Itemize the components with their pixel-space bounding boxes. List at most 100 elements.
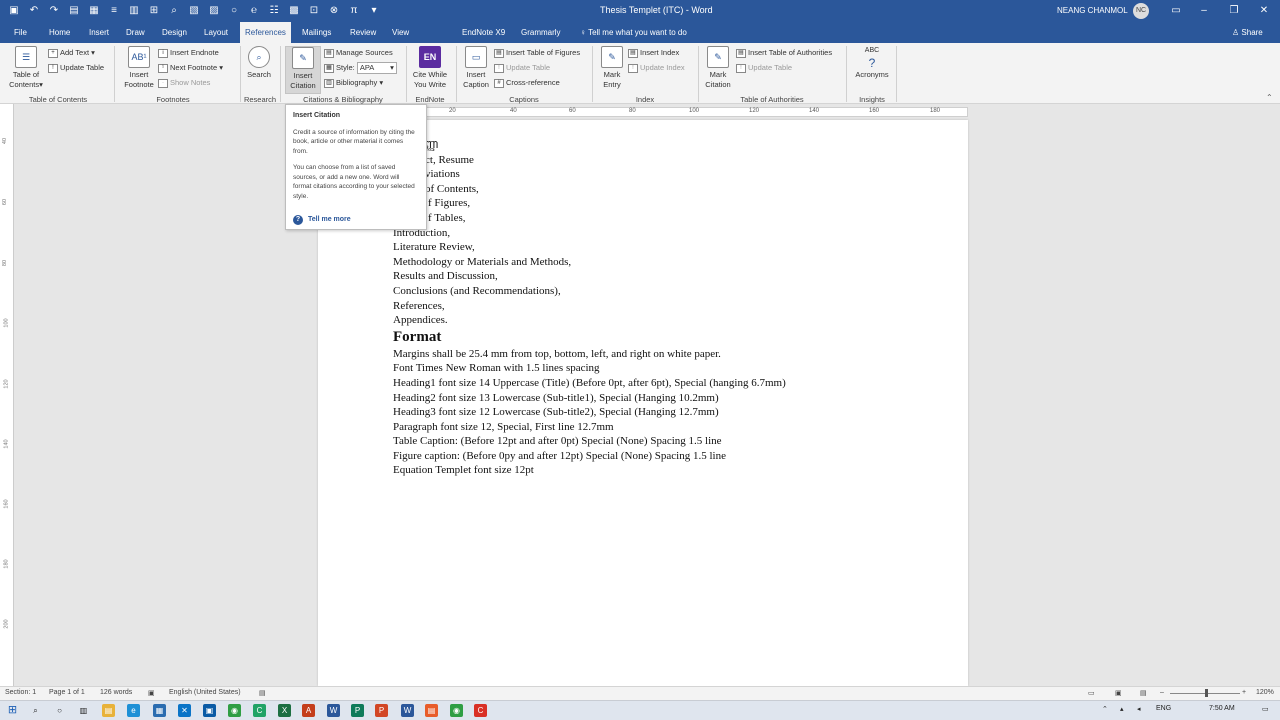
style-dropdown[interactable]: APA ▾ — [356, 62, 397, 75]
publisher-icon[interactable]: P — [351, 704, 364, 717]
close-icon[interactable]: ✕ — [1256, 3, 1272, 19]
tab-view[interactable]: View — [390, 22, 411, 43]
word-count[interactable]: 126 words — [100, 689, 132, 696]
update-table-authorities-button[interactable]: ! Update Table — [736, 61, 792, 74]
app-icon[interactable]: C — [253, 704, 266, 717]
insert-footnote-button[interactable]: AB¹ Insert Footnote — [120, 46, 158, 90]
tab-references[interactable]: References — [240, 22, 291, 43]
restore-icon[interactable]: ❐ — [1226, 3, 1242, 19]
qat-icon[interactable]: ▧ — [186, 3, 202, 19]
qat-icon[interactable]: ▨ — [206, 3, 222, 19]
mark-citation-button[interactable]: ✎ Mark Citation — [702, 46, 734, 90]
table-of-contents-button[interactable]: ☰ Table of Contents▾ — [6, 46, 46, 90]
focus-mode-icon[interactable]: ▭ — [1088, 689, 1095, 697]
macro-icon[interactable]: ▤ — [259, 689, 266, 697]
notifications-icon[interactable]: ▭ — [1262, 705, 1269, 713]
insert-table-of-authorities-button[interactable]: ▤ Insert Table of Authorities — [736, 46, 832, 59]
shape-icon[interactable]: ○ — [226, 3, 242, 19]
word-icon[interactable]: W — [327, 704, 340, 717]
page-indicator[interactable]: Page 1 of 1 — [49, 689, 85, 696]
document-body[interactable]: ញ្ញា ct, Resume viations of Contents, f … — [393, 138, 953, 478]
cross-reference-button[interactable]: # Cross-reference — [494, 76, 560, 89]
close-circle-icon[interactable]: ⊗ — [326, 3, 342, 19]
insert-endnote-button[interactable]: i Insert Endnote — [158, 46, 219, 59]
excel-icon[interactable]: X — [278, 704, 291, 717]
wifi-icon[interactable]: ▴ — [1120, 705, 1124, 713]
app-icon[interactable]: C — [474, 704, 487, 717]
app-icon[interactable]: ▣ — [203, 704, 216, 717]
tab-file[interactable]: File — [12, 22, 29, 43]
insert-citation-button[interactable]: ✎ Insert Citation — [285, 46, 321, 94]
windows-start-icon[interactable]: ⊞ — [6, 704, 19, 717]
tab-insert[interactable]: Insert — [87, 22, 111, 43]
powerpoint-icon[interactable]: P — [375, 704, 388, 717]
qat-icon[interactable]: ☷ — [266, 3, 282, 19]
section-indicator[interactable]: Section: 1 — [5, 689, 36, 696]
language-indicator[interactable]: ENG — [1156, 705, 1171, 712]
qat-icon[interactable]: ⊡ — [306, 3, 322, 19]
web-layout-icon[interactable]: ▤ — [1140, 689, 1147, 697]
tab-design[interactable]: Design — [160, 22, 189, 43]
chrome-icon[interactable]: ◉ — [450, 704, 463, 717]
minimize-icon[interactable]: – — [1196, 3, 1212, 19]
tab-home[interactable]: Home — [47, 22, 72, 43]
zoom-in-icon[interactable]: + — [1242, 689, 1246, 696]
zoom-out-icon[interactable]: – — [1160, 689, 1164, 696]
cortana-icon[interactable]: ○ — [53, 704, 66, 717]
qat-icon[interactable]: ▤ — [66, 3, 82, 19]
zoom-slider-handle[interactable] — [1205, 689, 1208, 697]
tell-me-more-link[interactable]: ? Tell me more — [293, 215, 351, 225]
acrobat-icon[interactable]: A — [302, 704, 315, 717]
qat-icon[interactable]: ▩ — [286, 3, 302, 19]
tell-me-box[interactable]: ♀ Tell me what you want to do — [580, 22, 687, 43]
insert-caption-button[interactable]: ▭ Insert Caption — [460, 46, 492, 90]
tray-chevron-icon[interactable]: ⌃ — [1102, 705, 1108, 713]
save-icon[interactable]: ▣ — [6, 3, 22, 19]
next-footnote-button[interactable]: ¹ Next Footnote ▾ — [158, 61, 223, 74]
bibliography-button[interactable]: ▥ Bibliography ▾ — [324, 76, 383, 89]
clock[interactable]: 7:50 AM — [1209, 705, 1235, 712]
update-table-button[interactable]: ! Update Table — [48, 61, 104, 74]
app-icon[interactable]: ▤ — [425, 704, 438, 717]
avatar[interactable]: NC — [1133, 3, 1149, 19]
language-indicator[interactable]: English (United States) — [169, 689, 241, 696]
tab-grammarly[interactable]: Grammarly — [519, 22, 563, 43]
update-table-figures-button[interactable]: ! Update Table — [494, 61, 550, 74]
qat-icon[interactable]: ▥ — [126, 3, 142, 19]
cite-while-you-write-button[interactable]: EN Cite While You Write — [410, 46, 450, 90]
search-icon[interactable]: ⌕ — [29, 704, 42, 717]
app-icon[interactable]: ✕ — [178, 704, 191, 717]
tab-layout[interactable]: Layout — [202, 22, 230, 43]
ribbon-display-icon[interactable]: ▭ — [1168, 3, 1184, 19]
qat-icon[interactable]: ▦ — [86, 3, 102, 19]
show-notes-button[interactable]: · Show Notes — [158, 76, 210, 89]
qat-icon[interactable]: ⊞ — [146, 3, 162, 19]
customize-qat-icon[interactable]: ▾ — [366, 3, 382, 19]
add-text-button[interactable]: + Add Text ▾ — [48, 46, 95, 59]
edge-icon[interactable]: e — [127, 704, 140, 717]
tab-draw[interactable]: Draw — [124, 22, 147, 43]
chrome-icon[interactable]: ◉ — [228, 704, 241, 717]
search-button[interactable]: ⌕ Search — [244, 46, 274, 80]
task-view-icon[interactable]: ▥ — [77, 704, 90, 717]
tab-review[interactable]: Review — [348, 22, 378, 43]
mark-entry-button[interactable]: ✎ Mark Entry — [598, 46, 626, 90]
proofing-icon[interactable]: ▣ — [148, 689, 155, 697]
insert-index-button[interactable]: ▤ Insert Index — [628, 46, 679, 59]
update-index-button[interactable]: ! Update Index — [628, 61, 685, 74]
manage-sources-button[interactable]: ▤ Manage Sources — [324, 46, 393, 59]
redo-icon[interactable]: ↷ — [46, 3, 62, 19]
volume-icon[interactable]: ◂ — [1137, 705, 1141, 713]
insert-table-of-figures-button[interactable]: ▤ Insert Table of Figures — [494, 46, 580, 59]
user-name[interactable]: NEANG CHANMOL — [1057, 6, 1128, 15]
print-layout-icon[interactable]: ▣ — [1115, 689, 1122, 697]
zoom-level[interactable]: 120% — [1256, 689, 1274, 696]
collapse-ribbon-icon[interactable]: ⌃ — [1266, 93, 1273, 102]
pi-icon[interactable]: π — [346, 3, 362, 19]
undo-icon[interactable]: ↶ — [26, 3, 42, 19]
tab-endnote[interactable]: EndNote X9 — [460, 22, 507, 43]
qat-icon[interactable]: ℮ — [246, 3, 262, 19]
tab-mailings[interactable]: Mailings — [300, 22, 333, 43]
word-doc-icon[interactable]: W — [401, 704, 414, 717]
qat-icon[interactable]: ≡ — [106, 3, 122, 19]
